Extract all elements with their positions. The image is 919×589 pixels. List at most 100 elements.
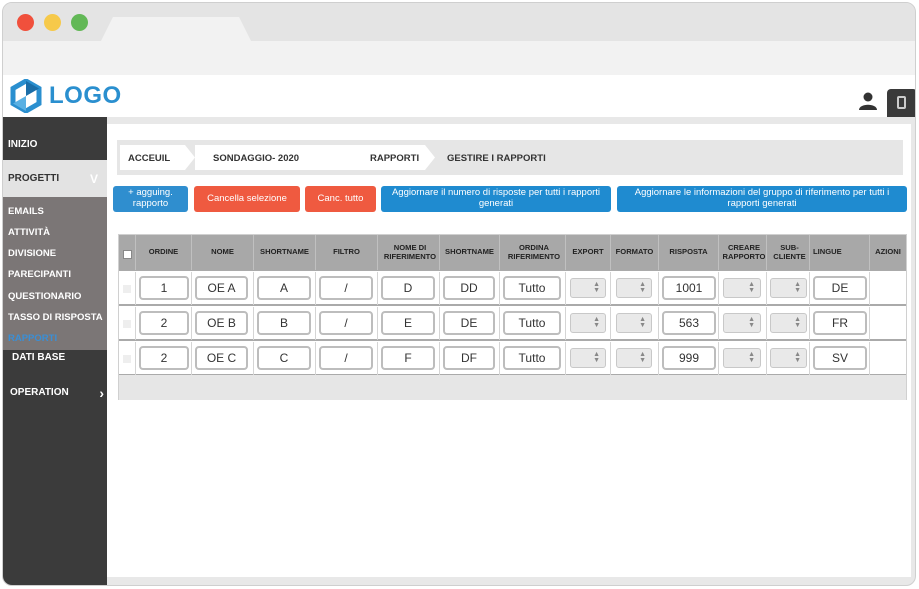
close-window-button[interactable]: [17, 14, 34, 31]
ordina-riferimento-input[interactable]: Tutto: [503, 311, 561, 335]
submenu-item-rapporti[interactable]: RAPPORTI: [8, 333, 57, 344]
ordine-input[interactable]: 2: [139, 346, 189, 370]
title-bar: [3, 3, 915, 41]
header-select-cell: [119, 235, 136, 270]
sidebar-item-dati-base[interactable]: DATI BASE: [3, 349, 107, 366]
cancel-selection-button[interactable]: Cancella selezione: [194, 186, 300, 212]
lingue-input[interactable]: SV: [813, 346, 867, 370]
lingue-input[interactable]: FR: [813, 311, 867, 335]
column-header: EXPORT: [566, 235, 611, 270]
updown-arrows-icon: ▲ ▼: [794, 351, 801, 364]
shortname-riferimento-input[interactable]: DE: [443, 311, 495, 335]
table-row: 1 OE A A / D DD Tutto ▲ ▼ ▲ ▼ 1001 ▲ ▼ ▲ ▼ D…: [119, 270, 906, 305]
nome-riferimento-input[interactable]: D: [381, 276, 435, 300]
nome-riferimento-input[interactable]: F: [381, 346, 435, 370]
ordine-input[interactable]: 2: [139, 311, 189, 335]
submenu-item-tasso-di-risposta[interactable]: TASSO DI RISPOSTA: [8, 312, 103, 323]
submenu-item-attivita[interactable]: ATTIVITÀ: [8, 227, 50, 238]
chevron-right-icon: ›: [99, 385, 104, 401]
updown-arrows-icon: ▲ ▼: [593, 316, 600, 329]
sidebar-item-progetti[interactable]: PROGETTI V: [3, 160, 107, 197]
shortname-riferimento-input[interactable]: DD: [443, 276, 495, 300]
export-select[interactable]: ▲ ▼: [570, 313, 606, 333]
filtro-input[interactable]: /: [319, 276, 373, 300]
sidebar-item-operation[interactable]: OPERATION ›: [3, 384, 107, 401]
submenu-item-parecipanti[interactable]: PARECIPANTI: [8, 269, 71, 280]
column-header: NOME DI RIFERIMENTO: [378, 235, 440, 270]
sidebar-item-label: PROGETTI: [8, 173, 60, 184]
sub-cliente-select[interactable]: ▲ ▼: [770, 278, 807, 298]
logo-text: LOGO: [49, 82, 122, 109]
updown-arrows-icon: ▲ ▼: [593, 281, 600, 294]
sidebar-item-inizio[interactable]: INIZIO: [3, 127, 107, 162]
browser-window: LOGO INIZIO PROGETTI V EMAILS ATTIVITÀ D…: [2, 2, 916, 586]
submenu-item-divisione[interactable]: DIVISIONE: [8, 248, 56, 259]
chevron-down-icon: V: [89, 172, 98, 186]
table-row: 2 OE B B / E DE Tutto ▲ ▼ ▲ ▼ 563 ▲ ▼ ▲ ▼ FR: [119, 305, 906, 340]
shortname-input[interactable]: A: [257, 276, 311, 300]
column-header: SHORTNAME: [254, 235, 316, 270]
risposta-input[interactable]: 563: [662, 311, 716, 335]
risposta-input[interactable]: 999: [662, 346, 716, 370]
update-group-button[interactable]: Aggiornare le informazioni del gruppo di…: [617, 186, 907, 212]
user-icon[interactable]: [858, 91, 878, 111]
filtro-input[interactable]: /: [319, 311, 373, 335]
updown-arrows-icon: ▲ ▼: [639, 316, 646, 329]
maximize-window-button[interactable]: [71, 14, 88, 31]
breadcrumb-item-acceuil[interactable]: ACCEUIL: [120, 145, 195, 170]
creare-rapporto-select[interactable]: ▲ ▼: [723, 348, 761, 368]
formato-select[interactable]: ▲ ▼: [616, 348, 652, 368]
row-checkbox[interactable]: [123, 285, 131, 293]
updown-arrows-icon: ▲ ▼: [748, 316, 755, 329]
shortname-input[interactable]: B: [257, 311, 311, 335]
updown-arrows-icon: ▲ ▼: [794, 316, 801, 329]
shortname-riferimento-input[interactable]: DF: [443, 346, 495, 370]
breadcrumb-item-rapporti[interactable]: RAPPORTI: [357, 145, 435, 170]
submenu-item-questionario[interactable]: QUESTIONARIO: [8, 291, 81, 302]
logo[interactable]: LOGO: [9, 79, 122, 113]
minimize-window-button[interactable]: [44, 14, 61, 31]
select-all-checkbox[interactable]: [123, 250, 132, 259]
table-row: 2 OE C C / F DF Tutto ▲ ▼ ▲ ▼ 999 ▲ ▼ ▲ ▼ SV: [119, 340, 906, 375]
column-header: ORDINE: [136, 235, 192, 270]
nome-input[interactable]: OE A: [195, 276, 248, 300]
reports-table: ORDINE NOME SHORTNAME FILTRO NOME DI RIF…: [118, 234, 907, 400]
column-header: SHORTNAME: [440, 235, 500, 270]
submenu-item-emails[interactable]: EMAILS: [8, 206, 44, 217]
ordine-input[interactable]: 1: [139, 276, 189, 300]
creare-rapporto-select[interactable]: ▲ ▼: [723, 278, 761, 298]
column-header: LINGUE: [810, 235, 870, 270]
shortname-input[interactable]: C: [257, 346, 311, 370]
updown-arrows-icon: ▲ ▼: [593, 351, 600, 364]
cancel-all-button[interactable]: Canc. tutto: [305, 186, 376, 212]
nome-input[interactable]: OE C: [195, 346, 248, 370]
breadcrumb-item-gestire-rapporti: GESTIRE I RAPPORTI: [447, 153, 546, 164]
lingue-input[interactable]: DE: [813, 276, 867, 300]
row-checkbox[interactable]: [123, 320, 131, 328]
update-responses-button[interactable]: Aggiornare il numero di risposte per tut…: [381, 186, 611, 212]
browser-tab[interactable]: [101, 17, 251, 41]
nome-riferimento-input[interactable]: E: [381, 311, 435, 335]
table-footer: [119, 375, 906, 400]
formato-select[interactable]: ▲ ▼: [616, 278, 652, 298]
filtro-input[interactable]: /: [319, 346, 373, 370]
export-select[interactable]: ▲ ▼: [570, 348, 606, 368]
main-content: ACCEUIL SONDAGGIO- 2020 RAPPORTI GESTIRE…: [107, 124, 911, 577]
sub-cliente-select[interactable]: ▲ ▼: [770, 348, 807, 368]
creare-rapporto-select[interactable]: ▲ ▼: [723, 313, 761, 333]
updown-arrows-icon: ▲ ▼: [639, 351, 646, 364]
sub-cliente-select[interactable]: ▲ ▼: [770, 313, 807, 333]
mobile-view-button[interactable]: [887, 89, 915, 117]
row-checkbox[interactable]: [123, 355, 131, 363]
ordina-riferimento-input[interactable]: Tutto: [503, 346, 561, 370]
column-header: NOME: [192, 235, 254, 270]
nome-input[interactable]: OE B: [195, 311, 248, 335]
breadcrumb-item-sondaggio[interactable]: SONDAGGIO- 2020: [195, 145, 370, 170]
add-report-button[interactable]: + agguing. rapporto: [113, 186, 188, 212]
risposta-input[interactable]: 1001: [662, 276, 716, 300]
column-header: SUB-CLIENTE: [767, 235, 810, 270]
formato-select[interactable]: ▲ ▼: [616, 313, 652, 333]
ordina-riferimento-input[interactable]: Tutto: [503, 276, 561, 300]
export-select[interactable]: ▲ ▼: [570, 278, 606, 298]
hexagon-logo-icon: [10, 79, 42, 113]
